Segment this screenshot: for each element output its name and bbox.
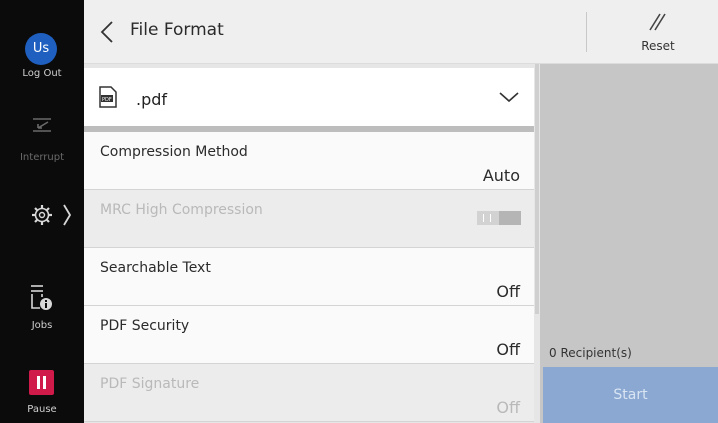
- logout-label: Log Out: [22, 68, 62, 79]
- pdf-signature-row: PDF Signature Off: [84, 364, 534, 422]
- chevron-right-icon: [63, 204, 72, 226]
- left-sidebar: Us Log Out Interrupt Jobs Pause: [0, 0, 84, 423]
- list-scrollbar[interactable]: [535, 64, 539, 314]
- file-format-dropdown[interactable]: PDF .pdf: [84, 68, 534, 126]
- searchable-text-row[interactable]: Searchable Text Off: [84, 248, 534, 306]
- page-title: File Format: [130, 20, 224, 40]
- compression-method-row[interactable]: Compression Method Auto: [84, 132, 534, 190]
- settings-expand-button[interactable]: [30, 200, 74, 230]
- pause-button[interactable]: Pause: [0, 404, 84, 415]
- interrupt-button[interactable]: Interrupt: [0, 152, 84, 163]
- logout-button[interactable]: Log Out: [0, 68, 84, 79]
- row-value: Off: [496, 340, 520, 359]
- row-label: MRC High Compression: [100, 202, 263, 218]
- row-value: Auto: [482, 166, 520, 185]
- header-divider: [586, 12, 587, 52]
- chevron-down-icon: [499, 92, 519, 103]
- jobs-icon: [31, 285, 52, 310]
- jobs-button[interactable]: Jobs: [0, 320, 84, 331]
- toggle-bars-icon: [483, 214, 491, 222]
- pause-label: Pause: [27, 404, 57, 415]
- toggle-knob: [499, 211, 521, 225]
- reset-icon[interactable]: [646, 10, 668, 34]
- mrc-toggle: [477, 211, 521, 225]
- pause-icon[interactable]: [29, 370, 54, 395]
- recipient-count: 0 Recipient(s): [549, 346, 632, 360]
- user-avatar[interactable]: Us: [25, 33, 57, 65]
- interrupt-icon: [33, 118, 51, 132]
- row-label: Compression Method: [100, 144, 248, 160]
- reset-button[interactable]: Reset: [632, 39, 684, 53]
- settings-list: PDF .pdf Compression Method Auto MRC Hig…: [84, 64, 540, 423]
- pdf-file-icon: PDF: [99, 86, 117, 108]
- selected-format: .pdf: [136, 90, 168, 109]
- jobs-label: Jobs: [31, 320, 53, 331]
- svg-text:PDF: PDF: [102, 97, 112, 103]
- mrc-high-compression-row: MRC High Compression: [84, 190, 534, 248]
- row-value: Off: [496, 282, 520, 301]
- right-panel: 0 Recipient(s) Start: [540, 64, 718, 423]
- back-chevron-icon[interactable]: [96, 18, 120, 46]
- interrupt-label: Interrupt: [19, 152, 64, 163]
- start-button[interactable]: Start: [543, 367, 718, 423]
- header-bar: File Format Reset: [84, 0, 718, 64]
- row-label: PDF Signature: [100, 376, 200, 392]
- pdf-security-row[interactable]: PDF Security Off: [84, 306, 534, 364]
- row-value: Off: [496, 398, 520, 417]
- row-label: Searchable Text: [100, 260, 211, 276]
- gear-icon: [32, 205, 52, 225]
- row-label: PDF Security: [100, 318, 190, 334]
